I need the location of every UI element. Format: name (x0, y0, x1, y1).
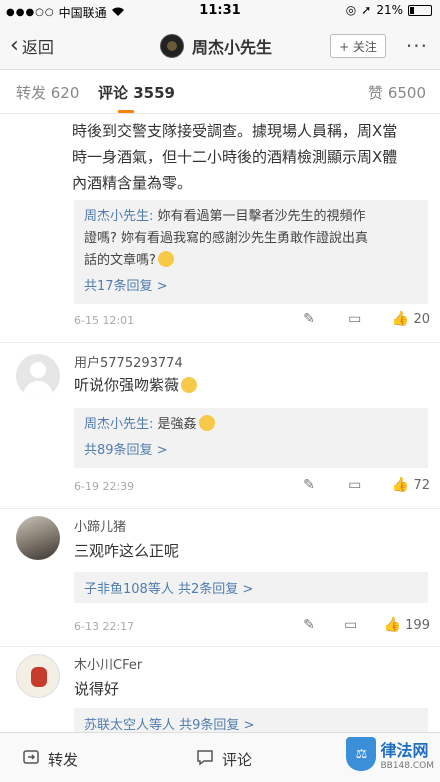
post-line: 時一身酒氣，但十二小時後的酒精檢測顯示周X體 (72, 148, 398, 166)
location-icon: ➚ (361, 3, 372, 17)
reply-author[interactable]: 周杰小先生: (84, 417, 153, 432)
thumbs-up-icon: 👍 (391, 477, 410, 493)
comment-actions: ✎ ▭ 👍 199 (300, 616, 430, 634)
back-label: 返回 (21, 38, 54, 57)
chevron-left-icon: ‹ (10, 33, 19, 58)
comment-time: 6-15 12:01 (74, 314, 135, 327)
follow-button[interactable]: + 关注 (330, 34, 386, 58)
like-button[interactable]: 👍 20 (391, 310, 430, 328)
nav-bar: ‹ 返回 周杰小先生 + 关注 ··· (0, 22, 440, 70)
reply-box[interactable]: 周杰小先生: 是強姦 共89条回复 > (74, 408, 428, 468)
reply-icon[interactable]: ▭ (346, 476, 364, 494)
page-title: 周杰小先生 (192, 38, 273, 57)
repost-button[interactable]: 转发 (22, 748, 78, 770)
more-replies-link[interactable]: 共17条回复 > (84, 276, 418, 298)
like-button[interactable]: 👍 72 (391, 476, 430, 494)
think-emoji-icon (198, 415, 215, 431)
reply-author[interactable]: 周杰小先生: (84, 209, 153, 224)
more-icon[interactable]: ··· (406, 34, 428, 58)
comment-text: 三观咋这么正呢 (74, 542, 180, 560)
edit-icon[interactable]: ✎ (300, 476, 318, 494)
shield-logo-icon: ⚖ (346, 737, 377, 771)
tab-repost[interactable]: 转发 620 (16, 82, 79, 103)
like-count: 72 (413, 477, 430, 493)
like-count: 20 (413, 311, 430, 327)
tab-bar: 转发 620 评论 3559 赞 6500 (0, 70, 440, 114)
active-tab-indicator (118, 110, 134, 113)
edit-icon[interactable]: ✎ (300, 616, 318, 634)
like-count: 199 (405, 617, 430, 633)
reply-box[interactable]: 周杰小先生: 妳有看過第一目擊者沙先生的視頻作 證嗎? 妳有看過我寫的感謝沙先生… (74, 200, 428, 304)
lock-rotation-icon: ◎ (345, 3, 357, 17)
reply-summary-link[interactable]: 子非鱼108等人 共2条回复 > (74, 572, 428, 603)
post-text: 時後到交警支隊接受調查。據現場人員稱，周X當 時一身酒氣，但十二小時後的酒精檢測… (72, 118, 428, 196)
back-button[interactable]: ‹ 返回 (10, 34, 54, 58)
comment-text: 听说你强吻紫薇 (74, 374, 198, 395)
avatar[interactable] (16, 516, 60, 560)
comment-time: 6-13 22:17 (74, 620, 135, 633)
reply-text: 妳有看過第一目擊者沙先生的視頻作 (153, 209, 366, 224)
comment-author[interactable]: 用户5775293774 (74, 352, 183, 371)
comment-button[interactable]: 评论 (196, 748, 252, 770)
thumbs-up-icon: 👍 (391, 311, 410, 327)
bottom-bar: 转发 评论 ⚖ 律法网 BB148.COM (0, 732, 440, 782)
smile-emoji-icon (181, 377, 198, 393)
comment-text-body: 听说你强吻紫薇 (74, 376, 180, 394)
repost-label: 转发 (48, 750, 79, 769)
reply-text: 話的文章嗎? (84, 253, 156, 268)
post-line: 時後到交警支隊接受調查。據現場人員稱，周X當 (72, 122, 398, 140)
repost-icon (22, 748, 40, 770)
comment-icon (196, 748, 214, 770)
battery-percent: 21% (376, 3, 403, 17)
comment-list: 時後到交警支隊接受調查。據現場人員稱，周X當 時一身酒氣，但十二小時後的酒精檢測… (0, 114, 440, 732)
thumbs-up-icon: 👍 (383, 617, 401, 633)
divider (0, 646, 440, 647)
reply-icon[interactable]: ▭ (346, 310, 364, 328)
divider (0, 508, 440, 509)
post-line: 內酒精含量為零。 (72, 174, 193, 192)
smile-emoji-icon (157, 251, 174, 267)
watermark-brand: 律法网 (380, 741, 429, 760)
watermark-site: BB148.COM (380, 761, 434, 771)
comment-author[interactable]: 小蹄儿猪 (74, 516, 126, 535)
avatar[interactable] (16, 654, 60, 698)
battery-icon (408, 4, 432, 16)
reply-summary-link[interactable]: 苏联太空人等人 共9条回复 > (74, 708, 428, 732)
reply-text: 證嗎? 妳有看過我寫的感謝沙先生勇敢作證說出真 (84, 231, 369, 246)
comment-time: 6-19 22:39 (74, 480, 135, 493)
reply-text: 是強姦 (153, 417, 197, 432)
more-replies-link[interactable]: 共89条回复 > (84, 440, 418, 462)
comment-actions: ✎ ▭ 👍 72 (300, 476, 430, 494)
status-bar: ●●●○○ 中国联通 11:31 ◎ ➚ 21% (0, 0, 440, 22)
reply-icon[interactable]: ▭ (342, 616, 360, 634)
tab-comment[interactable]: 评论 3559 (98, 82, 175, 103)
comment-text: 说得好 (74, 680, 120, 698)
nav-profile[interactable]: 周杰小先生 (160, 34, 272, 58)
comment-label: 评论 (222, 750, 253, 769)
edit-icon[interactable]: ✎ (300, 310, 318, 328)
comment-actions: ✎ ▭ 👍 20 (300, 310, 430, 328)
comment-author[interactable]: 木小川CFer (74, 654, 142, 673)
avatar[interactable] (16, 354, 60, 398)
tab-like[interactable]: 赞 6500 (368, 82, 426, 103)
like-button[interactable]: 👍 199 (383, 616, 430, 634)
watermark: ⚖ 律法网 BB148.COM (346, 737, 434, 771)
divider (0, 342, 440, 343)
avatar (160, 34, 184, 58)
